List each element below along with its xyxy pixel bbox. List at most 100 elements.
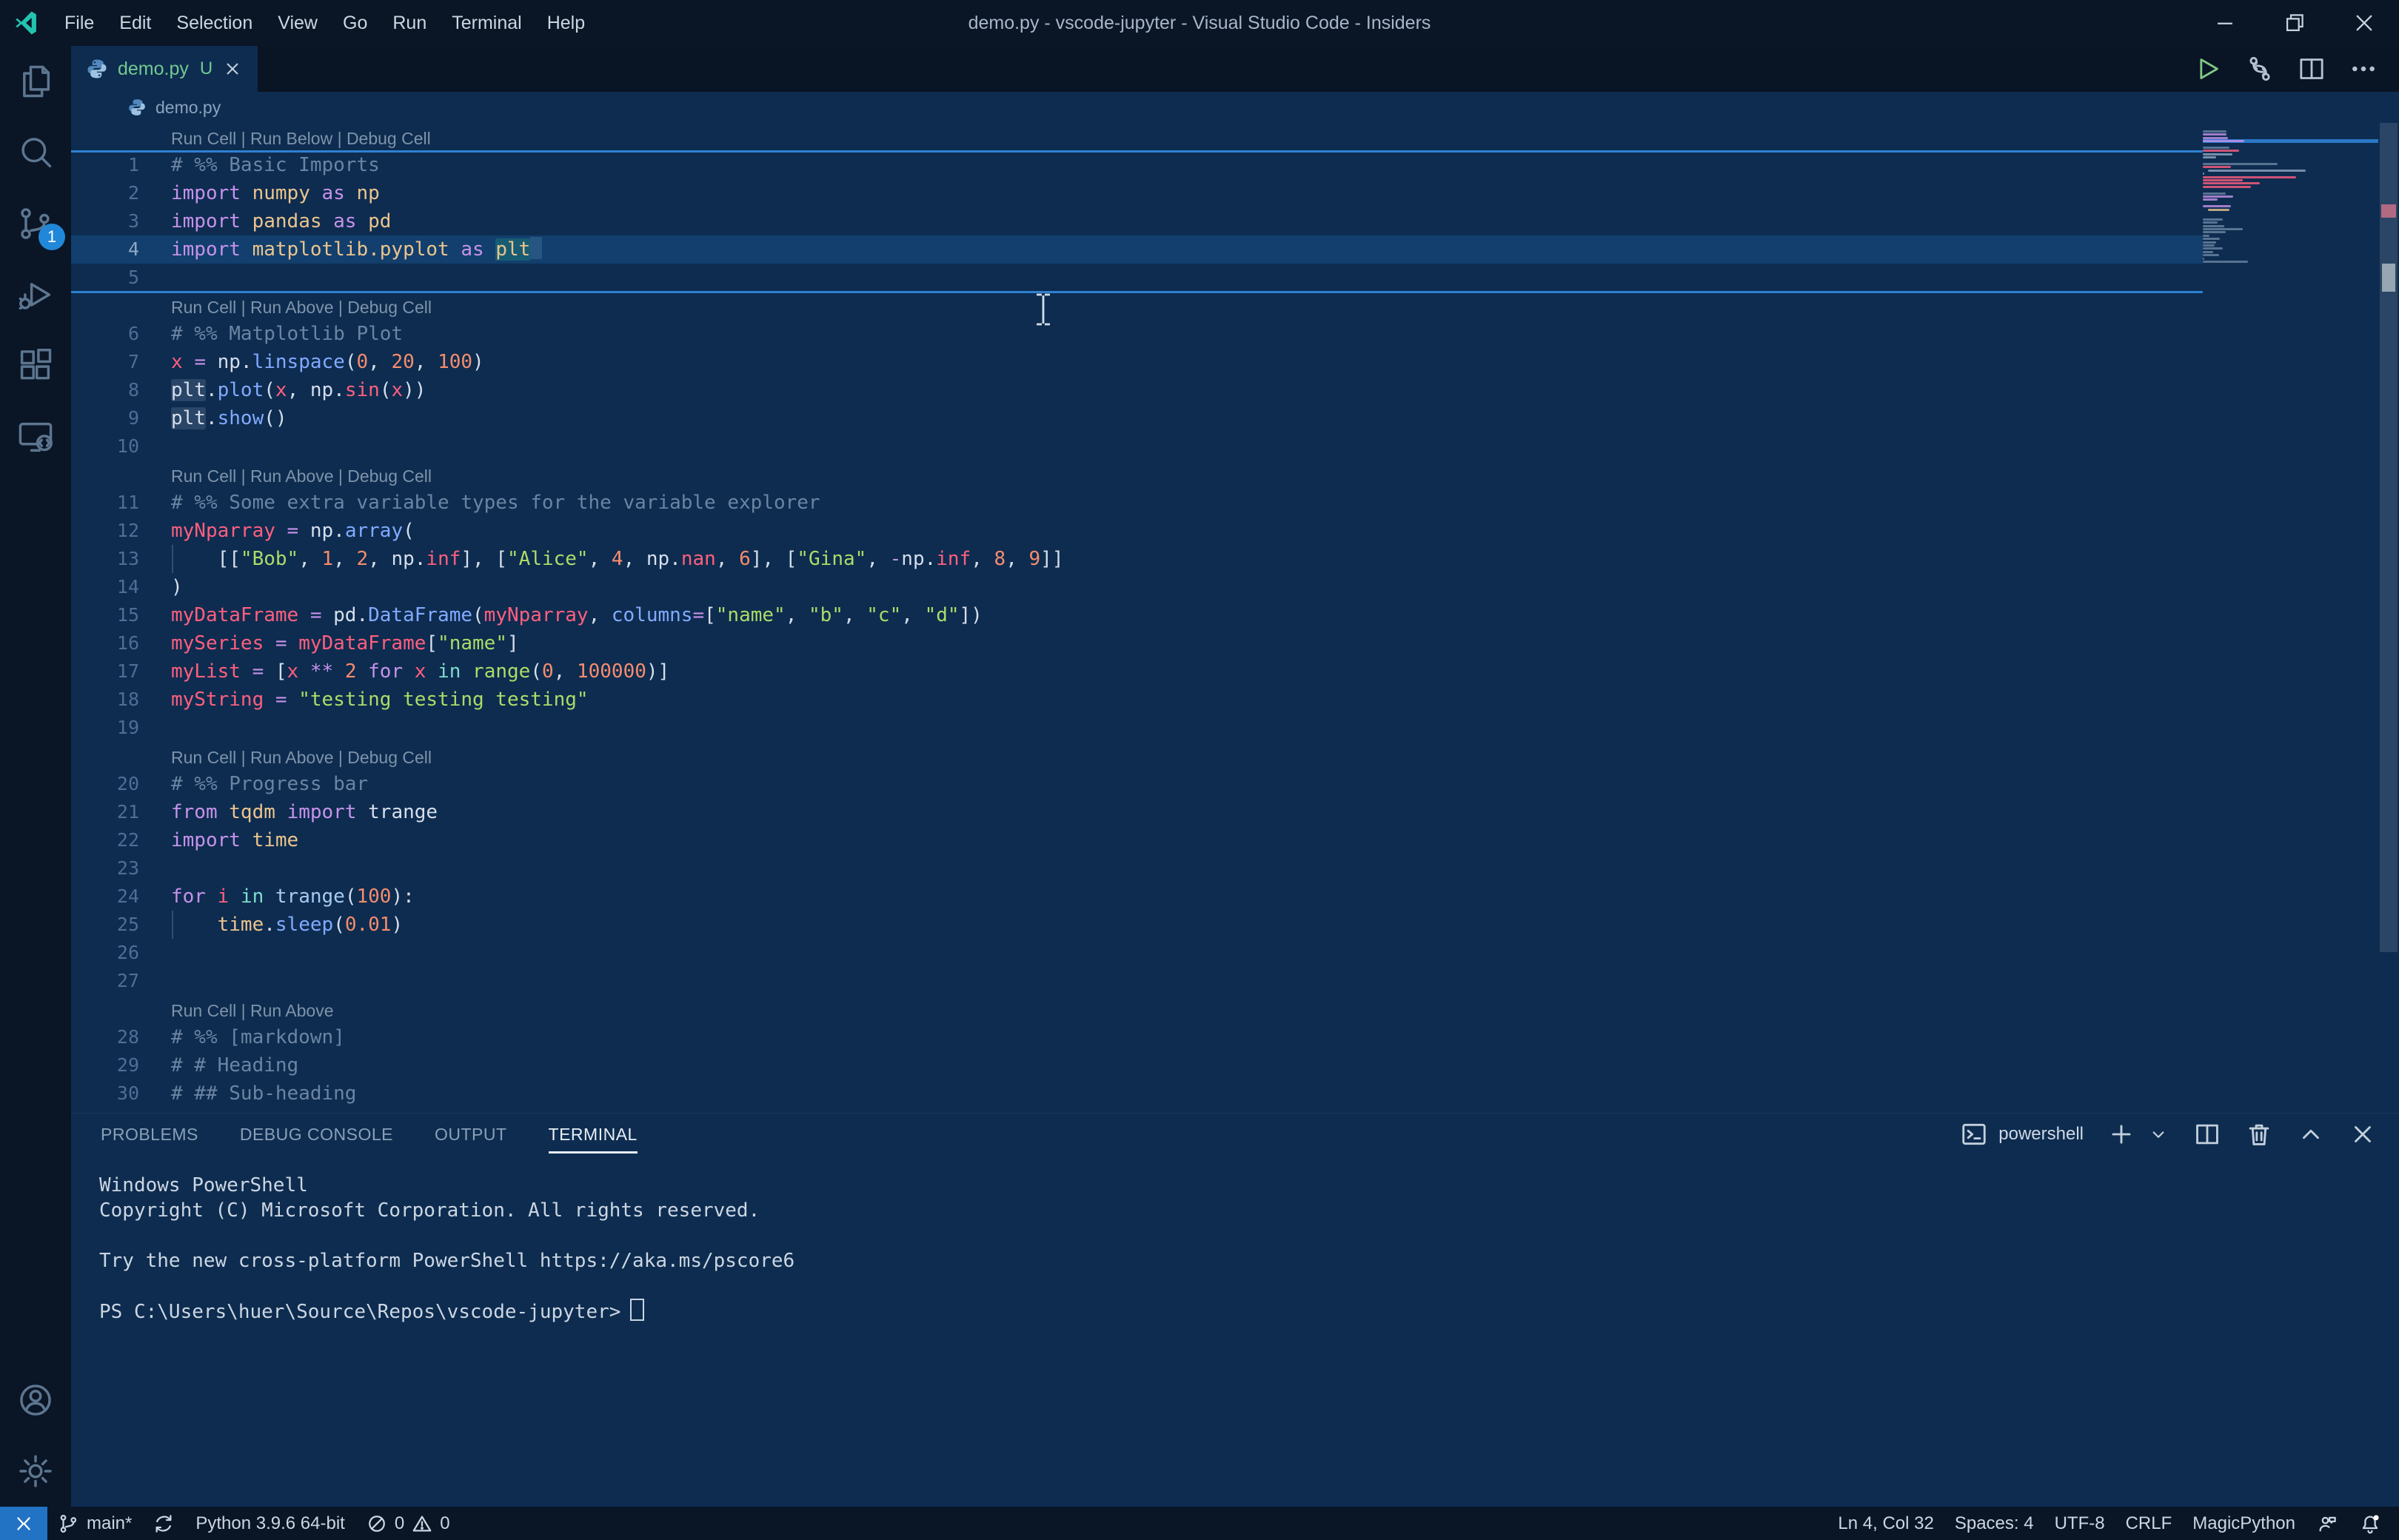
- code-line-29[interactable]: 29 # # Heading: [71, 1051, 2203, 1079]
- code-line-6[interactable]: 6 # %% Matplotlib Plot: [71, 320, 2203, 348]
- code-line-15[interactable]: 15 myDataFrame = pd.DataFrame(myNparray, …: [71, 601, 2203, 629]
- panel-tab-terminal[interactable]: TERMINAL: [548, 1114, 638, 1155]
- close-tab-icon[interactable]: [222, 58, 243, 79]
- close-window-button[interactable]: [2329, 0, 2399, 46]
- terminal-shell-label[interactable]: powershell: [1998, 1124, 2084, 1145]
- more-actions-icon[interactable]: [2349, 54, 2378, 84]
- scrollbar-thumb[interactable]: [2380, 123, 2398, 952]
- code-line-16[interactable]: 16 mySeries = myDataFrame["name"]: [71, 629, 2203, 657]
- git-branch-item[interactable]: main*: [58, 1513, 132, 1535]
- codelens-actions[interactable]: Run Cell | Run Above | Debug Cell: [71, 461, 2203, 489]
- code-text: # %% Basic Imports: [171, 154, 380, 176]
- notifications-bell-item[interactable]: [2359, 1513, 2381, 1535]
- code-line-4[interactable]: 4 import matplotlib.pyplot as plt: [71, 235, 2203, 264]
- code-line-23[interactable]: 23: [71, 854, 2203, 883]
- code-line-14[interactable]: 14): [71, 573, 2203, 601]
- code-line-13[interactable]: 13 [["Bob", 1, 2, np.inf], ["Alice", 4, …: [71, 545, 2203, 573]
- code-line-24[interactable]: 24 for i in trange(100):: [71, 883, 2203, 911]
- terminal-output[interactable]: Windows PowerShell Copyright (C) Microsof…: [71, 1155, 2399, 1325]
- code-text: for i in trange(100):: [171, 886, 415, 908]
- code-line-17[interactable]: 17 myList = [x ** 2 for x in range(0, 100…: [71, 657, 2203, 686]
- code-line-28[interactable]: 28 # %% [markdown]: [71, 1023, 2203, 1051]
- indentation-item[interactable]: Spaces: 4: [1955, 1513, 2034, 1534]
- code-line-3[interactable]: 3 import pandas as pd: [71, 207, 2203, 235]
- code-editor[interactable]: Run Cell | Run Below | Debug Cell 1 # %% B…: [71, 123, 2203, 1113]
- code-line-20[interactable]: 20 # %% Progress bar: [71, 770, 2203, 798]
- minimize-button[interactable]: [2190, 0, 2260, 46]
- menu-item-view[interactable]: View: [265, 0, 330, 46]
- source-control-icon[interactable]: 1: [0, 188, 71, 259]
- code-line-10[interactable]: 10: [71, 432, 2203, 461]
- extensions-icon[interactable]: [0, 330, 71, 401]
- code-line-12[interactable]: 12 myNparray = np.array(: [71, 517, 2203, 545]
- code-line-2[interactable]: 2 import numpy as np: [71, 179, 2203, 207]
- run-below-icon[interactable]: [2245, 54, 2275, 84]
- code-line-7[interactable]: 7 x = np.linspace(0, 20, 100): [71, 348, 2203, 376]
- minimap[interactable]: [2203, 123, 2378, 1113]
- restore-button[interactable]: [2260, 0, 2329, 46]
- run-file-icon[interactable]: [2193, 54, 2223, 84]
- line-number: 8: [127, 379, 139, 401]
- language-mode-item[interactable]: MagicPython: [2192, 1513, 2295, 1534]
- explorer-icon[interactable]: [0, 46, 71, 117]
- code-line-5[interactable]: 5: [71, 264, 2203, 292]
- code-line-26[interactable]: 26: [71, 939, 2203, 967]
- code-line-9[interactable]: 9 plt.show(): [71, 404, 2203, 432]
- tab-demo-py[interactable]: demo.py U: [71, 46, 258, 92]
- code-line-21[interactable]: 21 from tqdm import trange: [71, 798, 2203, 826]
- new-terminal-icon[interactable]: [2107, 1120, 2135, 1148]
- menu-item-terminal[interactable]: Terminal: [439, 0, 534, 46]
- breadcrumb-file[interactable]: demo.py: [155, 98, 221, 118]
- codelens-actions[interactable]: Run Cell | Run Below | Debug Cell: [71, 123, 2203, 151]
- codelens-actions[interactable]: Run Cell | Run Above: [71, 995, 2203, 1023]
- panel-tab-output[interactable]: OUTPUT: [435, 1114, 507, 1155]
- split-editor-icon[interactable]: [2297, 54, 2326, 84]
- remote-explorer-icon[interactable]: [0, 401, 71, 472]
- close-panel-icon[interactable]: [2349, 1120, 2377, 1148]
- python-interpreter-item[interactable]: Python 3.9.6 64-bit: [195, 1513, 344, 1534]
- problems-item[interactable]: 0 0: [366, 1513, 450, 1535]
- codelens-actions[interactable]: Run Cell | Run Above | Debug Cell: [71, 292, 2203, 320]
- maximize-panel-chevron-icon[interactable]: [2297, 1120, 2325, 1148]
- run-debug-icon[interactable]: [0, 259, 71, 330]
- menu-item-go[interactable]: Go: [330, 0, 380, 46]
- code-line-18[interactable]: 18 myString = "testing testing testing": [71, 686, 2203, 714]
- menu-item-file[interactable]: File: [52, 0, 107, 46]
- code-line-11[interactable]: 11 # %% Some extra variable types for the…: [71, 489, 2203, 517]
- code-line-25[interactable]: 25 time.sleep(0.01): [71, 911, 2203, 939]
- line-number: 13: [116, 548, 139, 569]
- code-line-30[interactable]: 30 # ## Sub-heading: [71, 1079, 2203, 1108]
- code-text: # %% [markdown]: [171, 1026, 345, 1048]
- editor-group: demo.py Run Cell | Run Below | Debug Cel…: [71, 92, 2399, 1113]
- code-line-8[interactable]: 8 plt.plot(x, np.sin(x)): [71, 376, 2203, 404]
- eol-item[interactable]: CRLF: [2126, 1513, 2172, 1534]
- feedback-item[interactable]: [2316, 1513, 2338, 1535]
- sync-changes-item[interactable]: [153, 1513, 175, 1535]
- panel-tab-debug-console[interactable]: DEBUG CONSOLE: [240, 1114, 393, 1155]
- codelens-actions[interactable]: Run Cell | Run Above | Debug Cell: [71, 742, 2203, 770]
- menu-item-selection[interactable]: Selection: [164, 0, 265, 46]
- line-number: 27: [116, 970, 139, 991]
- minimap-line: [2203, 250, 2214, 253]
- line-number: 7: [127, 351, 139, 372]
- code-line-22[interactable]: 22 import time: [71, 826, 2203, 854]
- terminal-dropdown-chevron-icon[interactable]: [2147, 1120, 2169, 1148]
- settings-gear-icon[interactable]: [0, 1436, 71, 1507]
- remote-indicator[interactable]: [0, 1507, 47, 1540]
- search-icon[interactable]: [0, 117, 71, 188]
- menu-item-run[interactable]: Run: [380, 0, 439, 46]
- code-line-27[interactable]: 27: [71, 967, 2203, 995]
- code-line-19[interactable]: 19: [71, 714, 2203, 742]
- menu-item-help[interactable]: Help: [535, 0, 598, 46]
- split-terminal-icon[interactable]: [2193, 1120, 2221, 1148]
- cursor-position-item[interactable]: Ln 4, Col 32: [1838, 1513, 1933, 1534]
- account-icon[interactable]: [0, 1365, 71, 1436]
- menu-item-edit[interactable]: Edit: [107, 0, 164, 46]
- kill-terminal-trash-icon[interactable]: [2245, 1120, 2273, 1148]
- editor-scrollbar[interactable]: [2378, 123, 2399, 1113]
- breadcrumb[interactable]: demo.py: [71, 92, 2399, 123]
- encoding-item[interactable]: UTF-8: [2055, 1513, 2105, 1534]
- code-line-1[interactable]: 1 # %% Basic Imports: [71, 151, 2203, 179]
- panel-tab-problems[interactable]: PROBLEMS: [101, 1114, 198, 1155]
